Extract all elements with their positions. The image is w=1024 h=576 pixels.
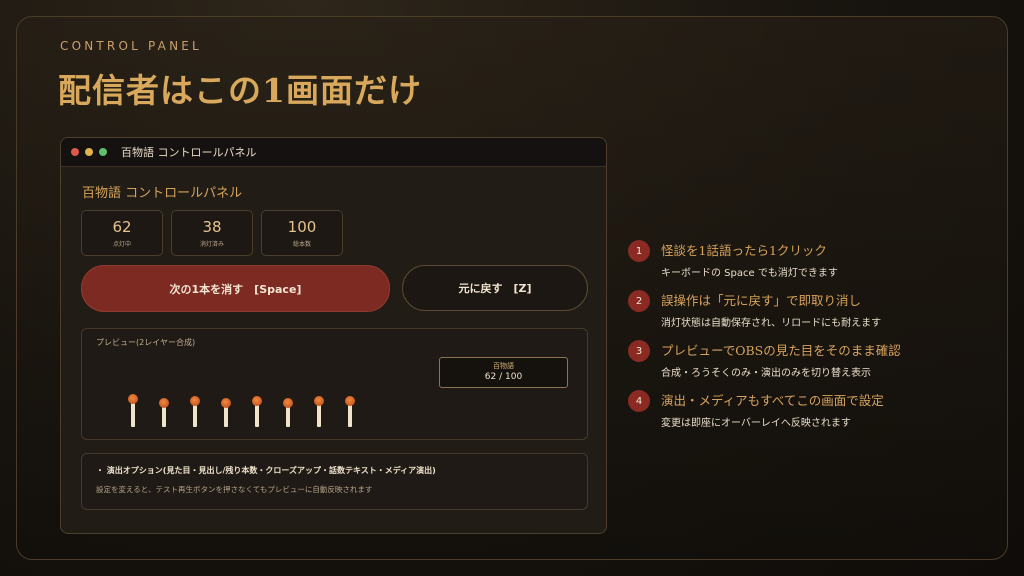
feature-description: 合成・ろうそくのみ・演出のみを切り替え表示 bbox=[661, 368, 871, 379]
feature-item: 3 プレビューでOBSの見た目をそのまま確認 合成・ろうそくのみ・演出のみを切り… bbox=[628, 340, 928, 380]
flame-icon bbox=[128, 394, 138, 404]
window-titlebar: 百物語 コントロールパネル bbox=[61, 138, 606, 167]
stat-label: 消灯済み bbox=[199, 241, 224, 248]
stat-value: 100 bbox=[287, 218, 317, 236]
preview-count-badge: 百物語 62 / 100 bbox=[439, 357, 568, 388]
candle-icon bbox=[344, 387, 356, 427]
flame-icon bbox=[159, 398, 169, 408]
candle-stick bbox=[224, 405, 228, 427]
maximize-window-icon[interactable] bbox=[99, 148, 107, 156]
feature-item: 1 怪談を1話語ったら1クリック キーボードの Space でも消灯できます bbox=[628, 240, 928, 280]
candle-stick bbox=[317, 403, 321, 427]
page-title: 配信者はこの1画面だけ bbox=[58, 71, 422, 110]
feature-title: 誤操作は「元に戻す」で即取り消し bbox=[661, 293, 862, 308]
candle-icon bbox=[158, 387, 170, 427]
extinguish-next-button[interactable]: 次の1本を消す [Space] bbox=[81, 265, 390, 312]
panel-title: 百物語 コントロールパネル bbox=[82, 186, 243, 201]
badge-count: 62 / 100 bbox=[484, 372, 523, 382]
candle-icon bbox=[251, 387, 263, 427]
feature-item: 2 誤操作は「元に戻す」で即取り消し 消灯状態は自動保存され、リロードにも耐えま… bbox=[628, 290, 928, 330]
feature-description: 消灯状態は自動保存され、リロードにも耐えます bbox=[661, 318, 882, 329]
candle-stick bbox=[131, 401, 135, 427]
stat-extinguished: 38 消灯済み bbox=[171, 210, 253, 256]
stat-total: 100 総本数 bbox=[261, 210, 343, 256]
preview-label: プレビュー(2レイヤー合成) bbox=[96, 338, 196, 347]
candle-icon bbox=[313, 387, 325, 427]
feature-number: 2 bbox=[628, 290, 650, 312]
stat-label: 総本数 bbox=[292, 241, 311, 248]
feature-number: 1 bbox=[628, 240, 650, 262]
badge-title: 百物語 bbox=[493, 362, 514, 370]
candle-icon bbox=[189, 387, 201, 427]
candle-stick bbox=[348, 403, 352, 427]
feature-description: 変更は即座にオーバーレイへ反映されます bbox=[661, 418, 851, 429]
flame-icon bbox=[190, 396, 200, 406]
candle-stick bbox=[193, 403, 197, 427]
candle-icon bbox=[282, 387, 294, 427]
close-window-icon[interactable] bbox=[71, 148, 79, 156]
feature-title: 演出・メディアもすべてこの画面で設定 bbox=[661, 393, 884, 408]
stat-value: 62 bbox=[112, 218, 132, 236]
window-title: 百物語 コントロールパネル bbox=[121, 146, 257, 159]
candle-icon bbox=[127, 387, 139, 427]
feature-number: 4 bbox=[628, 390, 650, 412]
candle-stick bbox=[286, 405, 290, 427]
stat-lit: 62 点灯中 bbox=[81, 210, 163, 256]
feature-title: プレビューでOBSの見た目をそのまま確認 bbox=[661, 343, 901, 358]
candle-icon bbox=[220, 387, 232, 427]
app-window: 百物語 コントロールパネル 百物語 コントロールパネル 62 点灯中 38 消灯… bbox=[60, 137, 607, 534]
candle-stick bbox=[255, 403, 259, 427]
preview-panel: プレビュー(2レイヤー合成) 百物語 62 / 100 bbox=[81, 328, 588, 440]
flame-icon bbox=[252, 396, 262, 406]
feature-number: 3 bbox=[628, 340, 650, 362]
stats-row: 62 点灯中 38 消灯済み 100 総本数 bbox=[81, 210, 343, 256]
feature-description: キーボードの Space でも消灯できます bbox=[661, 268, 838, 279]
flame-icon bbox=[314, 396, 324, 406]
undo-button[interactable]: 元に戻す [Z] bbox=[402, 265, 588, 311]
options-title: ・ 演出オプション(見た目・見出し/残り本数・クローズアップ・話数テキスト・メデ… bbox=[96, 466, 436, 475]
stat-value: 38 bbox=[202, 218, 222, 236]
section-kicker: CONTROL PANEL bbox=[60, 39, 202, 53]
feature-item: 4 演出・メディアもすべてこの画面で設定 変更は即座にオーバーレイへ反映されます bbox=[628, 390, 928, 430]
candle-stick bbox=[162, 405, 166, 427]
flame-icon bbox=[221, 398, 231, 408]
minimize-window-icon[interactable] bbox=[85, 148, 93, 156]
effect-options-panel[interactable]: ・ 演出オプション(見た目・見出し/残り本数・クローズアップ・話数テキスト・メデ… bbox=[81, 453, 588, 510]
stat-label: 点灯中 bbox=[112, 241, 131, 248]
flame-icon bbox=[283, 398, 293, 408]
flame-icon bbox=[345, 396, 355, 406]
options-description: 設定を変えると、テスト再生ボタンを押さなくてもプレビューに自動反映されます bbox=[96, 485, 373, 494]
feature-title: 怪談を1話語ったら1クリック bbox=[661, 243, 827, 258]
